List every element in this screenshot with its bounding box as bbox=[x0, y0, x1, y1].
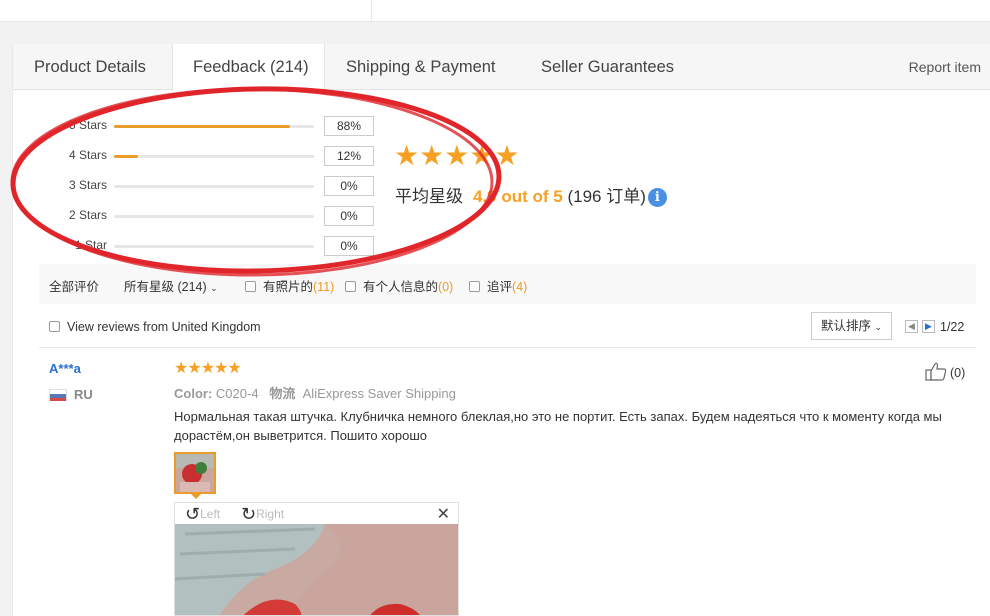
distribution-label: 4 Stars bbox=[68, 148, 107, 162]
distribution-percent: 0% bbox=[324, 176, 374, 196]
photo-viewer: ↺Left ↻Right ✕ bbox=[174, 502, 459, 616]
filter-followup[interactable]: 追评(4) bbox=[469, 276, 527, 295]
filter-personal-info[interactable]: 有个人信息的(0) bbox=[345, 276, 453, 295]
color-value: C020-4 bbox=[215, 386, 259, 401]
rotate-left-icon: ↺ bbox=[185, 504, 201, 524]
info-icon[interactable]: i bbox=[647, 188, 667, 207]
pager-indicator: 1/22 bbox=[940, 320, 965, 334]
checkbox-icon[interactable] bbox=[469, 281, 480, 292]
photo-thumbnail-image bbox=[176, 454, 214, 492]
distribution-track bbox=[114, 185, 314, 188]
distribution-label: 5 Stars bbox=[68, 118, 107, 132]
tab-bar: Product Details Feedback (214) Shipping … bbox=[13, 44, 990, 91]
average-stars: ★★★★★ bbox=[394, 140, 520, 171]
distribution-row-2: 2 Stars 0% bbox=[13, 206, 393, 226]
top-divider bbox=[371, 0, 372, 22]
rotate-left-button[interactable]: ↺Left bbox=[185, 504, 220, 525]
distribution-row-3: 3 Stars 0% bbox=[13, 176, 393, 196]
helpful-count: (0) bbox=[950, 366, 966, 380]
review-photo-thumbnail[interactable] bbox=[174, 452, 216, 494]
pager-next-button[interactable]: ▶ bbox=[922, 320, 935, 333]
distribution-track bbox=[114, 155, 314, 158]
distribution-percent: 12% bbox=[324, 146, 374, 166]
distribution-row-5: 5 Stars 88% bbox=[13, 116, 393, 136]
checkbox-icon[interactable] bbox=[49, 321, 60, 332]
close-icon[interactable]: ✕ bbox=[437, 504, 450, 524]
checkbox-icon[interactable] bbox=[345, 281, 356, 292]
filter-all-stars-label: 所有星级 (214) bbox=[124, 280, 207, 294]
reviewer-name[interactable]: A***a bbox=[49, 361, 81, 376]
review-stars: ★★★★★ bbox=[174, 360, 242, 377]
review-meta: Color: C020-4 物流 AliExpress Saver Shippi… bbox=[174, 383, 456, 402]
logistics-label: 物流 bbox=[269, 386, 296, 401]
average-rating: 平均星级 4.9 out of 5 (196 订单) i bbox=[395, 182, 667, 207]
distribution-percent: 0% bbox=[324, 206, 374, 226]
review-photo bbox=[175, 524, 458, 615]
distribution-track bbox=[114, 125, 314, 128]
rotate-right-label: Right bbox=[256, 507, 285, 521]
average-label: 平均星级 bbox=[395, 187, 463, 206]
distribution-label: 1 Star bbox=[74, 238, 107, 252]
distribution-fill bbox=[114, 125, 290, 128]
sort-label: 默认排序 bbox=[820, 319, 871, 333]
average-value: 4.9 out of 5 bbox=[473, 187, 563, 206]
distribution-row-1: 1 Star 0% bbox=[13, 236, 393, 256]
viewer-toolbar: ↺Left ↻Right ✕ bbox=[175, 503, 458, 525]
logistics-value: AliExpress Saver Shipping bbox=[302, 386, 456, 401]
distribution-row-4: 4 Stars 12% bbox=[13, 146, 393, 166]
divider bbox=[39, 347, 976, 348]
filter-followup-label: 追评 bbox=[487, 280, 513, 294]
distribution-track bbox=[114, 245, 314, 248]
helpful-button[interactable]: (0) bbox=[925, 361, 965, 381]
filter-with-photos-label: 有照片的 bbox=[263, 280, 314, 294]
filter-with-photos-count: (11) bbox=[313, 280, 335, 294]
report-item-link[interactable]: Report item bbox=[909, 44, 981, 90]
thumbnail-pointer bbox=[190, 493, 202, 499]
chevron-down-icon: ⌄ bbox=[210, 283, 218, 293]
review-text: Нормальная такая штучка. Клубничка немно… bbox=[174, 409, 942, 443]
tab-feedback[interactable]: Feedback (214) bbox=[172, 44, 325, 91]
checkbox-icon[interactable] bbox=[245, 281, 256, 292]
distribution-track bbox=[114, 215, 314, 218]
distribution-label: 3 Stars bbox=[68, 178, 107, 192]
rotate-left-label: Left bbox=[200, 507, 221, 521]
filter-with-photos[interactable]: 有照片的(11) bbox=[245, 276, 334, 295]
distribution-percent: 0% bbox=[324, 236, 374, 256]
uk-filter-label: View reviews from United Kingdom bbox=[67, 320, 261, 334]
filter-personal-info-label: 有个人信息的 bbox=[363, 280, 439, 294]
filter-all[interactable]: 全部评价 bbox=[49, 276, 99, 295]
distribution-percent: 88% bbox=[324, 116, 374, 136]
filter-all-stars[interactable]: 所有星级 (214) ⌄ bbox=[124, 276, 218, 295]
reviewer-country: RU bbox=[74, 387, 93, 402]
rotate-right-button[interactable]: ↻Right bbox=[241, 504, 284, 525]
rotate-right-icon: ↻ bbox=[241, 504, 257, 524]
thumbs-up-icon bbox=[925, 362, 947, 381]
chevron-down-icon: ⌄ bbox=[874, 322, 883, 332]
sort-dropdown[interactable]: 默认排序 ⌄ bbox=[811, 312, 892, 340]
filter-personal-info-count: (0) bbox=[438, 280, 454, 294]
distribution-fill bbox=[114, 155, 138, 158]
top-bar bbox=[0, 0, 990, 22]
filter-followup-count: (4) bbox=[512, 280, 528, 294]
filter-bar: 全部评价 所有星级 (214) ⌄ 有照片的(11) 有个人信息的(0) 追评(… bbox=[39, 264, 976, 304]
tab-product-details[interactable]: Product Details bbox=[34, 44, 146, 90]
tab-shipping-payment[interactable]: Shipping & Payment bbox=[346, 44, 496, 90]
distribution-label: 2 Stars bbox=[68, 208, 107, 222]
russia-flag-icon bbox=[49, 389, 67, 401]
color-label: Color: bbox=[174, 386, 213, 401]
tab-seller-guarantees[interactable]: Seller Guarantees bbox=[541, 44, 674, 90]
order-count: (196 订单) bbox=[567, 187, 646, 206]
uk-filter[interactable]: View reviews from United Kingdom bbox=[49, 320, 261, 334]
pager-prev-button[interactable]: ◀ bbox=[905, 320, 918, 333]
feedback-panel: Product Details Feedback (214) Shipping … bbox=[12, 44, 990, 616]
